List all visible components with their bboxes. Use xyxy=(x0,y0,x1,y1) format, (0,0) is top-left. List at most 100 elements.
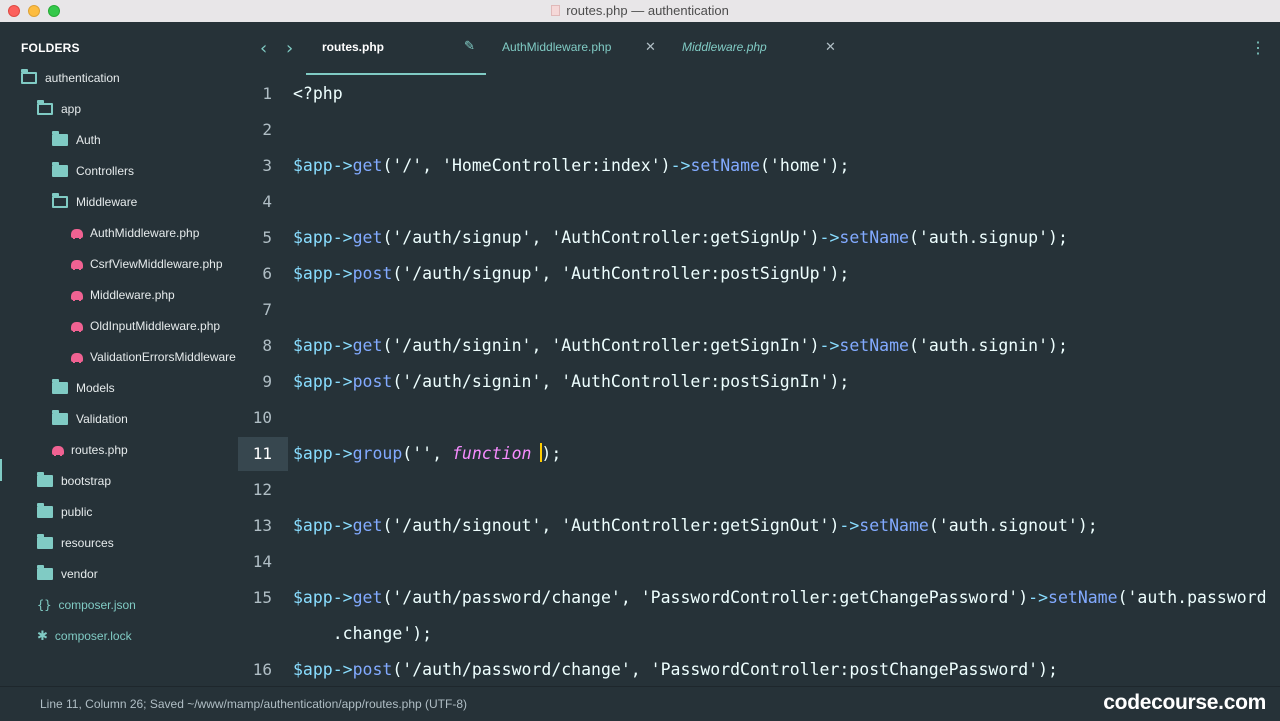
code-token: ('/auth/signin', 'AuthController:getSign… xyxy=(382,336,820,355)
status-bar: Line 11, Column 26; Saved ~/www/mamp/aut… xyxy=(0,686,1280,721)
code-token: (' xyxy=(382,156,403,175)
code-token: post xyxy=(352,264,393,283)
status-text: Line 11, Column 26; Saved ~/www/mamp/aut… xyxy=(40,697,467,711)
code-token: group xyxy=(352,444,403,463)
folder-open-icon xyxy=(21,69,37,84)
tree-item-label: bootstrap xyxy=(61,474,112,488)
code-line[interactable]: $app->get('/auth/signup', 'AuthControlle… xyxy=(293,220,1068,256)
chevron-left-icon[interactable]: ‹ xyxy=(260,38,267,59)
code-token: $app xyxy=(293,228,333,247)
tree-item[interactable]: Validation xyxy=(52,409,128,429)
code-token: -> xyxy=(819,228,840,247)
line-number: 14 xyxy=(252,552,272,571)
tree-item-label: Auth xyxy=(76,133,101,147)
php-file-icon xyxy=(71,259,83,270)
pencil-icon[interactable]: ✎ xyxy=(464,38,475,54)
code-line[interactable]: $app->post('/auth/signin', 'AuthControll… xyxy=(293,364,849,400)
code-token: / xyxy=(402,156,413,175)
more-options-icon[interactable]: ⋮ xyxy=(1250,38,1266,58)
tab-routes[interactable]: routes.php xyxy=(322,40,384,54)
tree-item[interactable]: authentication xyxy=(21,68,120,88)
code-token: setName xyxy=(859,516,929,535)
watermark-logo: codecourse.com xyxy=(1103,691,1266,714)
tree-item[interactable]: app xyxy=(37,99,81,119)
tree-item-label: vendor xyxy=(61,567,98,581)
php-file-icon xyxy=(52,445,64,456)
tree-item[interactable]: resources xyxy=(37,533,114,553)
tree-item[interactable]: public xyxy=(37,502,92,522)
tree-item[interactable]: Auth xyxy=(52,130,101,150)
line-number: 3 xyxy=(262,156,272,175)
tree-item[interactable]: AuthMiddleware.php xyxy=(71,223,199,243)
php-file-icon xyxy=(71,352,83,363)
close-icon[interactable]: ✕ xyxy=(825,39,836,55)
folder-icon xyxy=(37,503,53,518)
folder-open-icon xyxy=(37,100,53,115)
code-token: ('/auth/signin', 'AuthController:postSig… xyxy=(392,372,850,391)
tab-bar: ‹ › routes.php ✎ AuthMiddleware.php ✕ Mi… xyxy=(238,22,1280,76)
tree-item-label: CsrfViewMiddleware.php xyxy=(90,257,223,271)
tab-auth-middleware[interactable]: AuthMiddleware.php xyxy=(502,40,611,54)
code-line[interactable]: <?php xyxy=(293,76,343,112)
code-line[interactable]: $app->get('/auth/signin', 'AuthControlle… xyxy=(293,328,1068,364)
code-token: -> xyxy=(332,660,353,679)
code-token: ); xyxy=(541,444,562,463)
tree-item-label: resources xyxy=(61,536,114,550)
code-token: -> xyxy=(819,336,840,355)
folder-icon xyxy=(37,534,53,549)
folder-icon xyxy=(52,410,68,425)
code-token: $app xyxy=(293,516,333,535)
code-token: $app xyxy=(293,156,333,175)
code-token: ('auth.signout'); xyxy=(928,516,1098,535)
close-icon[interactable]: ✕ xyxy=(645,39,656,55)
code-token: ('/auth/password/change', 'PasswordContr… xyxy=(392,660,1058,679)
tree-item[interactable]: bootstrap xyxy=(37,471,111,491)
line-number: 11 xyxy=(238,437,288,471)
code-token: <?php xyxy=(293,84,343,103)
code-token: ') xyxy=(650,156,671,175)
code-token: ('/auth/signout', 'AuthController:getSig… xyxy=(382,516,840,535)
php-file-icon xyxy=(71,290,83,301)
code-token: get xyxy=(352,228,383,247)
folder-open-icon xyxy=(52,193,68,208)
code-line[interactable]: $app->get('/', 'HomeController:index')->… xyxy=(293,148,849,184)
code-token: setName xyxy=(839,336,909,355)
code-line[interactable]: $app->group('', function ); xyxy=(293,436,561,472)
code-token: get xyxy=(352,336,383,355)
tree-item[interactable]: routes.php xyxy=(52,440,128,460)
chevron-right-icon[interactable]: › xyxy=(286,38,293,59)
code-line[interactable]: $app->get('/auth/password/change', 'Pass… xyxy=(293,580,1267,616)
code-token: $app xyxy=(293,264,333,283)
tree-item[interactable]: Models xyxy=(52,378,115,398)
code-token: setName xyxy=(1048,588,1118,607)
tree-item[interactable]: Controllers xyxy=(52,161,134,181)
tree-item[interactable]: Middleware.php xyxy=(71,285,175,305)
tree-item-label: AuthMiddleware.php xyxy=(90,226,200,240)
lock-file-icon: ✱ xyxy=(37,628,48,643)
tree-item[interactable]: OldInputMiddleware.php xyxy=(71,316,220,336)
code-editor[interactable]: 1 <?php 2 3 $app->get('/', 'HomeController:i… xyxy=(238,76,1280,686)
tree-item[interactable]: ValidationErrorsMiddleware xyxy=(71,347,236,367)
code-line[interactable]: $app->get('/auth/signout', 'AuthControll… xyxy=(293,508,1098,544)
code-token: -> xyxy=(332,444,353,463)
tree-item-label: routes.php xyxy=(71,443,128,457)
tree-item-label: Validation xyxy=(76,412,128,426)
tree-item[interactable]: {} composer.json xyxy=(37,595,136,615)
tree-item-label: composer.json xyxy=(58,598,136,612)
tree-item[interactable]: ✱ composer.lock xyxy=(37,626,132,646)
code-token: -> xyxy=(332,588,353,607)
code-line[interactable]: $app->post('/auth/signup', 'AuthControll… xyxy=(293,256,849,292)
tree-item[interactable]: Middleware xyxy=(52,192,137,212)
line-number: 15 xyxy=(252,588,272,607)
window-title: routes.php — authentication xyxy=(566,3,729,18)
tree-item-label: Controllers xyxy=(76,164,135,178)
code-token: ('/auth/signup', 'AuthController:postSig… xyxy=(392,264,850,283)
tab-middleware[interactable]: Middleware.php xyxy=(682,40,767,54)
folder-icon xyxy=(37,565,53,580)
code-line[interactable]: $app->post('/auth/password/change', 'Pas… xyxy=(293,652,1058,686)
code-token: -> xyxy=(332,516,353,535)
tree-item[interactable]: vendor xyxy=(37,564,98,584)
code-line[interactable]: .change'); xyxy=(293,616,432,652)
tree-item[interactable]: CsrfViewMiddleware.php xyxy=(71,254,223,274)
line-number: 10 xyxy=(252,408,272,427)
